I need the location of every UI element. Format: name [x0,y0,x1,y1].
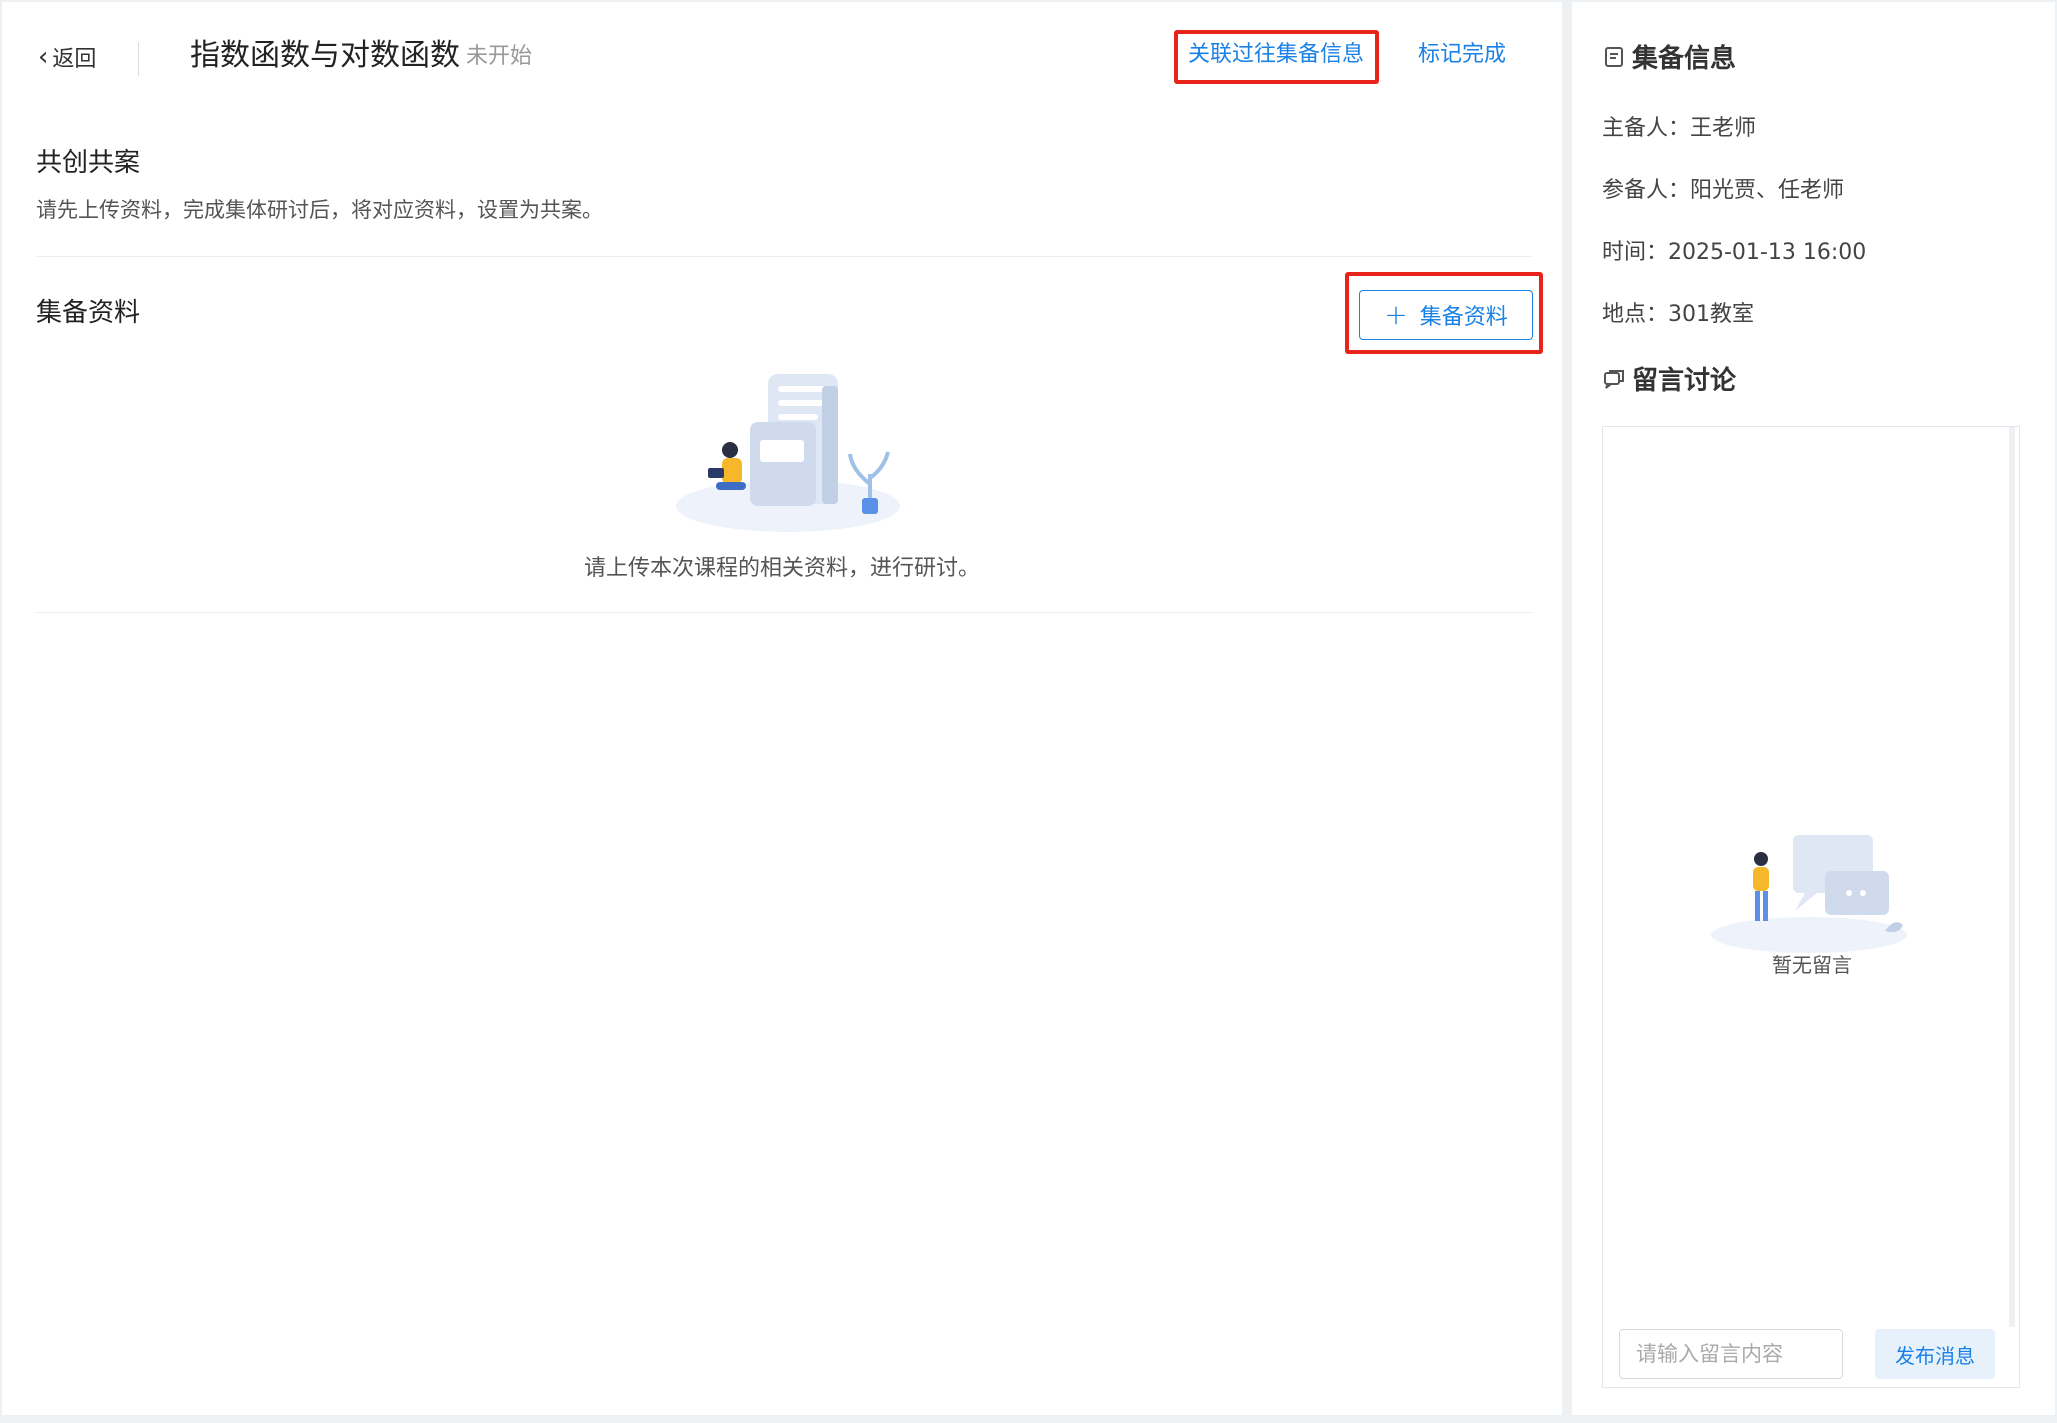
document-icon [1605,46,1623,67]
back-label: 返回 [52,47,97,72]
side-panel: 集备信息 主备人：王老师 参备人：阳光贾、任老师 时间：2025-01-13 1… [1572,2,2055,1415]
empty-materials-text: 请上传本次课程的相关资料，进行研讨。 [583,556,980,581]
message-panel: 暂无留言 发布消息 [1602,426,2020,1388]
section-divider [36,256,1532,257]
materials-title: 集备资料 [36,298,141,328]
discussion-section-label: 留言讨论 [1632,366,1737,396]
host-text: 主备人：王老师 [1602,116,1757,141]
back-button[interactable]: ‹ 返回 [38,40,96,74]
main-panel: ‹ 返回 指数函数与对数函数 未开始 关联过往集备信息 标记完成 共创共案 请先… [2,2,1562,1415]
send-message-button[interactable]: 发布消息 [1875,1329,1995,1379]
add-materials-label: 集备资料 [1419,305,1508,330]
place-text: 地点：301教室 [1602,302,1754,327]
status-badge: 未开始 [466,44,533,69]
participants-text: 参备人：阳光贾、任老师 [1602,178,1845,203]
time-text: 时间：2025-01-13 16:00 [1602,240,1867,265]
shared-plan-title: 共创共案 [36,148,141,178]
link-past-info-button[interactable]: 关联过往集备信息 [1188,40,1364,70]
header-divider [138,42,139,76]
info-section-label: 集备信息 [1632,44,1737,74]
empty-messages-illustration [1711,835,1907,953]
info-section-title: 集备信息 [1602,38,1736,75]
empty-messages-text: 暂无留言 [1772,953,1852,977]
message-input[interactable] [1619,1329,1843,1379]
section-divider-bottom [36,612,1532,613]
empty-materials-illustration [676,374,900,532]
add-materials-button[interactable]: + 集备资料 [1359,290,1533,340]
plus-icon: + [1384,298,1408,331]
page-title: 指数函数与对数函数 [190,38,460,73]
discussion-section-title: 留言讨论 [1602,360,1736,397]
message-scrollbar[interactable] [2009,427,2015,1327]
mark-done-button[interactable]: 标记完成 [1418,40,1506,70]
chevron-left-icon: ‹ [38,42,49,72]
shared-plan-description: 请先上传资料，完成集体研讨后，将对应资料，设置为共案。 [36,198,603,222]
chat-icon [1604,369,1624,389]
